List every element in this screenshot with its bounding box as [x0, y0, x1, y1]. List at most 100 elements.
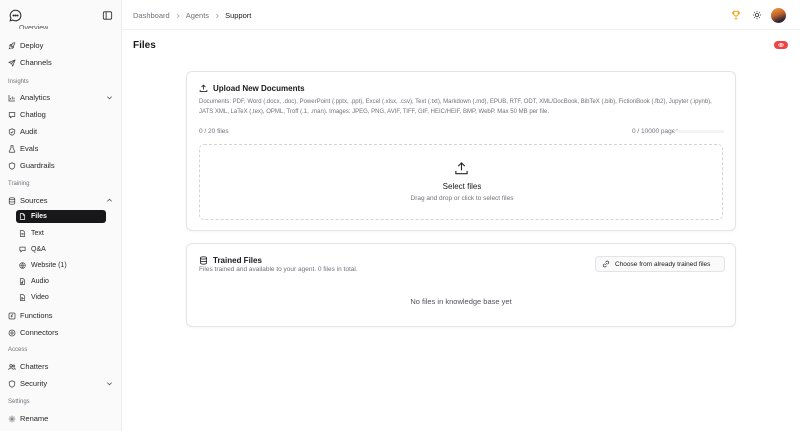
sun-icon[interactable] [752, 10, 762, 20]
sidebar-item-label: Deploy [20, 41, 44, 50]
sidebar-item-analytics[interactable]: Analytics [0, 90, 122, 105]
chevron-down-icon [106, 94, 113, 101]
dropzone-subtitle: Drag and drop or click to select files [410, 195, 514, 202]
sidebar-sub-video[interactable]: Video [16, 291, 106, 304]
files-count: 0 / 20 files [199, 128, 229, 135]
upload-card-title: Upload New Documents [199, 84, 305, 93]
connector-icon [8, 329, 16, 337]
sidebar-item-evals[interactable]: Evals [0, 141, 122, 156]
sidebar-item-label: Audit [20, 127, 38, 136]
sidebar-item-label: Rename [20, 414, 49, 423]
file-dropzone[interactable]: Select files Drag and drop or click to s… [199, 144, 723, 220]
database-icon [8, 196, 16, 205]
gear-icon [8, 415, 16, 423]
logo-chat-icon[interactable] [9, 9, 22, 22]
sidebar-item-label: Chatlog [20, 110, 46, 119]
chevron-right-icon [175, 13, 181, 19]
eye-icon [778, 43, 784, 47]
send-icon [8, 58, 16, 67]
breadcrumb: Dashboard Agents Support [133, 11, 251, 20]
sidebar-item-label: Security [20, 379, 48, 388]
sidebar-item-audit[interactable]: Audit [0, 124, 122, 139]
sidebar-sub-label: Q&A [31, 246, 46, 253]
pages-progress-bar [674, 130, 724, 133]
trained-card-title: Trained Files [199, 256, 262, 265]
sidebar-item-label: Chatters [20, 362, 49, 371]
text-icon [19, 230, 26, 237]
visibility-badge[interactable] [774, 41, 788, 49]
file-icon [19, 213, 26, 220]
sidebar-item-guardrails[interactable]: Guardrails [0, 158, 122, 173]
sidebar-sub-label: Files [31, 213, 47, 220]
sidebar-item-label: Functions [20, 311, 53, 320]
sidebar-item-label: Channels [20, 58, 52, 67]
page-title: Files [133, 40, 156, 51]
supported-formats-text: Documents: PDF, Word (.docx, .doc), Powe… [199, 99, 712, 115]
qa-icon [19, 246, 26, 253]
upload-icon [454, 161, 469, 176]
audio-icon [19, 278, 26, 285]
breadcrumb-dashboard[interactable]: Dashboard [133, 11, 170, 20]
trained-files-card: Trained Files Files trained and availabl… [186, 243, 736, 327]
sidebar-sub-label: Text [31, 230, 44, 237]
sidebar-sub-label: Audio [31, 278, 49, 285]
sidebar-sub-label: Video [31, 294, 49, 301]
top-header: Dashboard Agents Support [122, 0, 800, 30]
link-icon [602, 260, 610, 268]
video-icon [19, 294, 26, 301]
upload-icon [199, 84, 208, 93]
sidebar-section-access: Access [8, 347, 28, 353]
database-icon [199, 256, 208, 265]
breadcrumb-current: Support [225, 11, 252, 20]
sidebar-item-chatlog[interactable]: Chatlog [0, 107, 122, 122]
beaker-icon [8, 144, 16, 153]
chevron-up-icon [106, 197, 113, 204]
shield-icon [8, 161, 16, 170]
choose-button-label: Choose from already trained files [615, 260, 711, 268]
users-icon [8, 363, 16, 371]
sidebar-item-sources[interactable]: Sources [0, 193, 122, 208]
avatar[interactable] [771, 8, 786, 23]
sidebar-sub-files[interactable]: Files [16, 210, 106, 223]
sidebar-sub-text[interactable]: Text [16, 227, 106, 240]
sidebar-sub-label: Website (1) [31, 262, 67, 269]
sidebar-sub-audio[interactable]: Audio [16, 275, 106, 288]
sidebar-sub-qa[interactable]: Q&A [16, 243, 106, 256]
upload-card: Upload New Documents Documents: PDF, Wor… [186, 71, 736, 231]
chart-icon [8, 94, 16, 102]
dropzone-title: Select files [442, 182, 482, 191]
sidebar-item-label: Connectors [20, 328, 59, 337]
chevron-right-icon [214, 13, 220, 19]
rocket-icon [8, 41, 16, 50]
sidebar-toggle-icon[interactable] [102, 10, 113, 21]
sidebar-item-security[interactable]: Security [0, 376, 122, 391]
sidebar-item-label: Evals [20, 144, 39, 153]
sidebar-item-overview-clipped[interactable]: Overview [19, 23, 48, 29]
sidebar-item-deploy[interactable]: Deploy [0, 38, 122, 53]
function-icon [8, 312, 16, 320]
chat-icon [8, 111, 16, 119]
trophy-icon[interactable] [731, 10, 741, 20]
sidebar: Overview Deploy Channels Insights Analyt… [0, 0, 122, 431]
shield-icon [8, 379, 16, 388]
sidebar-sub-website[interactable]: Website (1) [16, 259, 106, 272]
breadcrumb-agents[interactable]: Agents [186, 11, 209, 20]
pages-count: 0 / 10000 pages [632, 128, 679, 135]
shield-check-icon [8, 127, 16, 136]
globe-icon [19, 262, 26, 269]
sidebar-item-channels[interactable]: Channels [0, 55, 122, 70]
empty-state-message: No files in knowledge base yet [410, 297, 512, 306]
sidebar-item-rename[interactable]: Rename [0, 411, 122, 426]
sidebar-item-chatters[interactable]: Chatters [0, 359, 122, 374]
trained-title-text: Trained Files [213, 256, 262, 265]
sidebar-item-label: Sources [20, 196, 48, 205]
trained-subtitle: Files trained and available to your agen… [199, 266, 358, 273]
sidebar-section-training: Training [8, 181, 30, 187]
chevron-down-icon [106, 380, 113, 387]
sidebar-item-connectors[interactable]: Connectors [0, 325, 122, 340]
sidebar-item-functions[interactable]: Functions [0, 308, 122, 323]
sidebar-header: Overview [0, 0, 122, 30]
choose-trained-files-button[interactable]: Choose from already trained files [595, 256, 725, 272]
sidebar-item-label: Analytics [20, 93, 51, 102]
sidebar-item-label: Guardrails [20, 161, 55, 170]
